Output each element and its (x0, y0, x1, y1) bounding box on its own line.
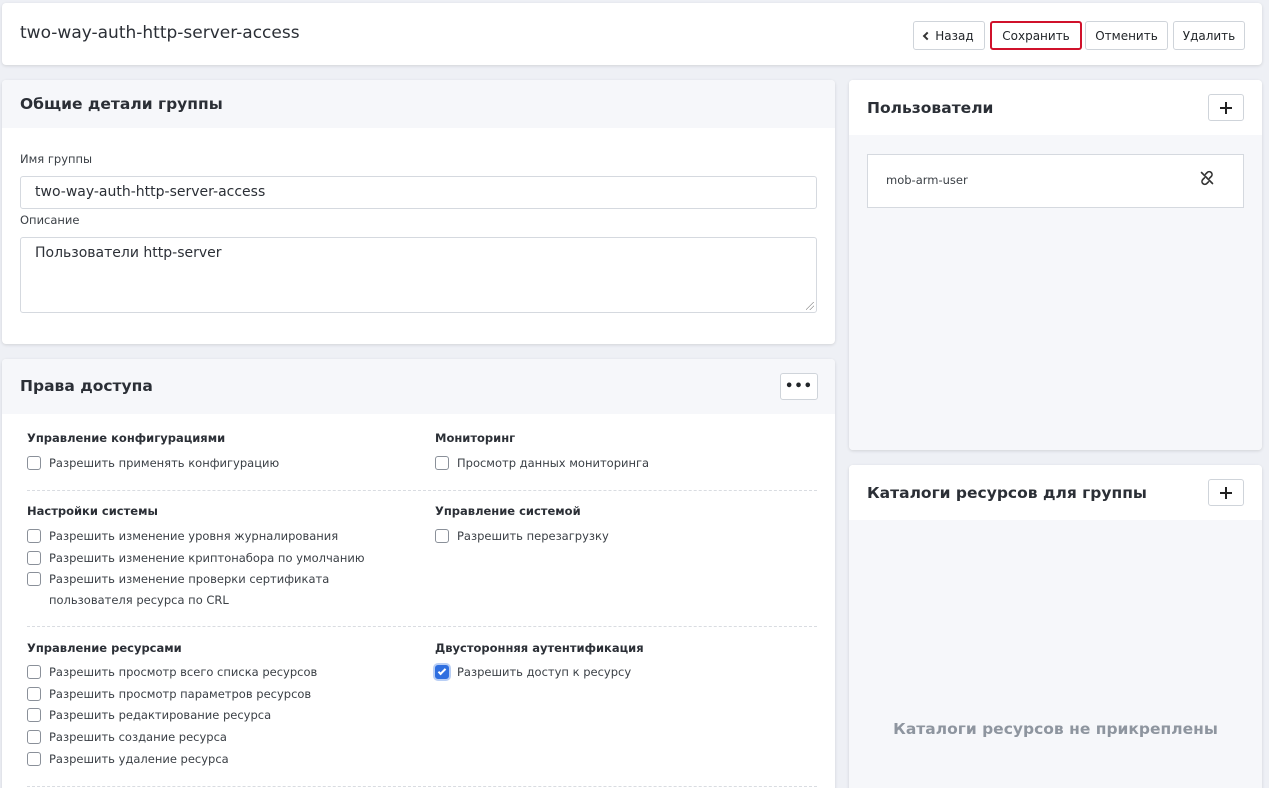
delete-button[interactable]: Удалить (1173, 21, 1245, 50)
page-header: two-way-auth-http-server-access Назад Со… (2, 3, 1262, 65)
add-user-button[interactable] (1208, 94, 1244, 121)
resource-catalogs-body: Каталоги ресурсов не прикреплены (849, 520, 1262, 788)
plus-icon (1220, 486, 1232, 499)
checkbox-icon[interactable] (27, 551, 41, 565)
permission-label: Разрешить доступ к ресурсу (457, 665, 632, 679)
checkbox-icon[interactable] (27, 665, 41, 679)
users-card: Пользователи mob-arm-user (849, 80, 1262, 450)
checkbox-icon[interactable] (27, 752, 41, 766)
permission-checkbox[interactable]: Разрешить удаление ресурса (27, 749, 407, 770)
group-name-label: Имя группы (20, 152, 93, 166)
resource-catalogs-card: Каталоги ресурсов для группы Каталоги ре… (849, 465, 1262, 788)
permission-label: Просмотр данных мониторинга (457, 456, 650, 470)
access-rights-header: Права доступа ••• (2, 359, 835, 414)
user-name: mob-arm-user (886, 173, 968, 187)
empty-catalogs-message: Каталоги ресурсов не прикреплены (893, 720, 1218, 738)
permission-group-title: Мониторинг (435, 431, 516, 445)
permission-label: Разрешить просмотр всего списка ресурсов (49, 665, 318, 679)
permission-checkbox[interactable]: Разрешить просмотр параметров ресурсов (27, 684, 407, 705)
permission-label: Разрешить применять конфигурацию (49, 456, 280, 470)
permission-checkbox[interactable]: Разрешить изменение криптонабора по умол… (27, 548, 407, 569)
resource-catalogs-title: Каталоги ресурсов для группы (867, 484, 1147, 502)
permission-label: Разрешить создание ресурса (49, 730, 227, 744)
access-rights-title: Права доступа (20, 377, 153, 395)
page-title: two-way-auth-http-server-access (20, 23, 300, 43)
checkbox-icon[interactable] (435, 456, 449, 470)
permission-label: Разрешить удаление ресурса (49, 752, 229, 766)
permission-label: Разрешить редактирование ресурса (49, 708, 272, 722)
divider (27, 786, 817, 787)
resize-handle[interactable] (806, 302, 814, 310)
permission-checkbox[interactable]: Разрешить создание ресурса (27, 727, 407, 748)
permission-checkbox[interactable]: Разрешить перезагрузку (435, 526, 815, 547)
group-name-input[interactable]: two-way-auth-http-server-access (20, 176, 817, 209)
permission-group-title: Управление системой (435, 504, 581, 518)
save-button[interactable]: Сохранить (990, 21, 1082, 50)
checkbox-icon[interactable] (27, 572, 41, 586)
users-title: Пользователи (867, 99, 994, 117)
permission-checkbox[interactable]: Разрешить доступ к ресурсу (435, 662, 815, 683)
checkbox-icon[interactable] (27, 529, 41, 543)
more-icon: ••• (785, 379, 813, 394)
permission-group-title: Управление ресурсами (27, 641, 182, 655)
permission-label: Разрешить просмотр параметров ресурсов (49, 687, 312, 701)
check-icon (437, 666, 447, 676)
description-textarea[interactable]: Пользователи http-server (20, 237, 817, 313)
permission-checkbox[interactable]: Разрешить просмотр всего списка ресурсов (27, 662, 407, 683)
more-button[interactable]: ••• (780, 373, 818, 400)
users-header: Пользователи (849, 80, 1262, 135)
permission-group-title: Двусторонняя аутентификация (435, 641, 644, 655)
permission-checkbox[interactable]: Просмотр данных мониторинга (435, 453, 815, 474)
permission-label: Разрешить перезагрузку (457, 529, 609, 543)
checkbox-icon[interactable] (27, 687, 41, 701)
user-list-item: mob-arm-user (867, 154, 1244, 208)
plus-icon (1220, 101, 1232, 114)
divider (27, 626, 817, 627)
access-rights-card: Права доступа ••• Управление конфигураци… (2, 359, 835, 788)
checkbox-icon[interactable] (435, 529, 449, 543)
general-details-title: Общие детали группы (20, 95, 223, 113)
general-details-header: Общие детали группы (2, 80, 835, 128)
resource-catalogs-header: Каталоги ресурсов для группы (849, 465, 1262, 520)
chevron-left-icon (923, 31, 932, 41)
unlink-icon[interactable] (1199, 170, 1215, 186)
checkbox-checked-icon[interactable] (435, 665, 449, 679)
permission-group-title: Управление конфигурациями (27, 431, 226, 445)
permission-checkbox[interactable]: Разрешить редактирование ресурса (27, 705, 407, 726)
permission-checkbox[interactable]: Разрешить изменение проверки сертификата… (27, 569, 407, 611)
divider (27, 490, 817, 491)
checkbox-icon[interactable] (27, 708, 41, 722)
checkbox-icon[interactable] (27, 730, 41, 744)
permission-group-title: Настройки системы (27, 504, 158, 518)
description-text: Пользователи http-server (35, 245, 222, 261)
permission-label: Разрешить изменение уровня журналировани… (49, 529, 339, 543)
back-button[interactable]: Назад (913, 21, 985, 50)
checkbox-icon[interactable] (27, 456, 41, 470)
permission-label: Разрешить изменение проверки сертификата… (49, 572, 330, 607)
cancel-button[interactable]: Отменить (1085, 21, 1168, 50)
permission-checkbox[interactable]: Разрешить изменение уровня журналировани… (27, 526, 407, 547)
add-catalog-button[interactable] (1208, 479, 1244, 506)
permission-label: Разрешить изменение криптонабора по умол… (49, 551, 365, 565)
general-details-card: Общие детали группы Имя группы two-way-a… (2, 80, 835, 344)
back-button-label: Назад (935, 28, 974, 43)
description-label: Описание (20, 213, 80, 227)
permission-checkbox[interactable]: Разрешить применять конфигурацию (27, 453, 407, 474)
